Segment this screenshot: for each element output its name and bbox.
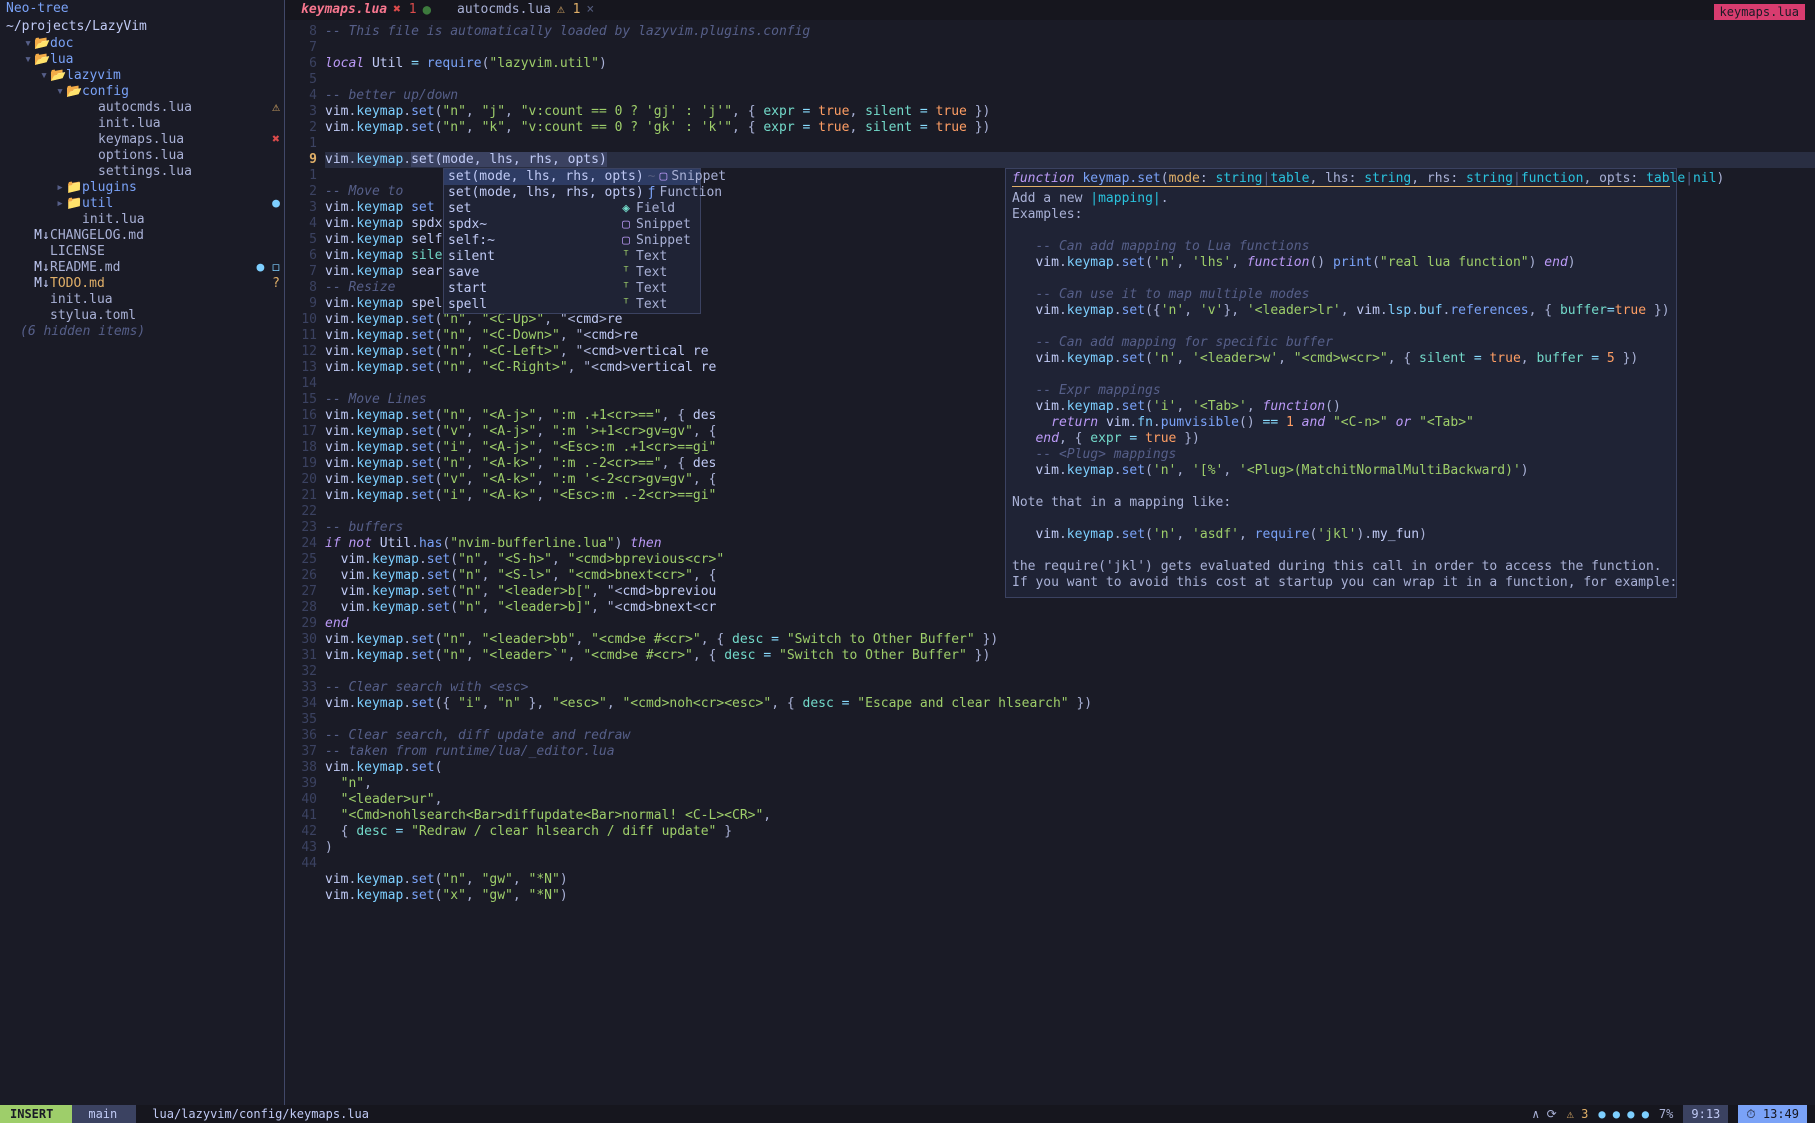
tree-item-options-lua[interactable]: options.lua (2, 148, 284, 164)
tab-bar: keymaps.lua✖ 1●autocmds.lua⚠ 1× (285, 0, 1815, 20)
tree-item-lazyvim[interactable]: ▾📂lazyvim (2, 68, 284, 84)
cursor-token: set(mode, lhs, rhs, opts) (411, 152, 607, 167)
tree-item-TODO-md[interactable]: M↓TODO.md? (2, 276, 284, 292)
tree-item-LICENSE[interactable]: LICENSE (2, 244, 284, 260)
clock: ⏱ 13:49 (1738, 1105, 1807, 1123)
status-line: INSERT main lua/lazyvim/config/keymaps.l… (0, 1105, 1815, 1123)
diagnostics-count[interactable]: ⚠ 3 (1567, 1106, 1589, 1122)
mode-indicator: INSERT (0, 1105, 72, 1123)
lsp-indicators: ● ● ● ● (1598, 1106, 1649, 1122)
completion-item[interactable]: saveᵀText (444, 265, 700, 281)
file-path: lua/lazyvim/config/keymaps.lua (136, 1105, 379, 1123)
tree-item-README-md[interactable]: M↓README.md● ◻ (2, 260, 284, 276)
sidebar-hidden-count: (6 hidden items) (0, 324, 284, 340)
completion-item[interactable]: silentᵀText (444, 249, 700, 265)
nav-icon: ∧ ⟳ (1532, 1106, 1557, 1122)
tree-item-autocmds-lua[interactable]: autocmds.lua⚠ (2, 100, 284, 116)
code-comment: -- This file is automatically loaded by … (325, 24, 810, 39)
scroll-percent: 7% (1659, 1106, 1673, 1122)
tree-item-config[interactable]: ▾📂config (2, 84, 284, 100)
tree-item-util[interactable]: ▸📁util● (2, 196, 284, 212)
tab-keymaps-lua[interactable]: keymaps.lua✖ 1● (285, 0, 441, 20)
tree-item-stylua-toml[interactable]: stylua.toml (2, 308, 284, 324)
sidebar-title: Neo-tree (0, 0, 284, 18)
tree-item-keymaps-lua[interactable]: keymaps.lua✖ (2, 132, 284, 148)
signature-doc-popup: function keymap.set(mode: string|table, … (1005, 168, 1677, 598)
tree-item-init-lua[interactable]: init.lua (2, 212, 284, 228)
completion-item[interactable]: set(mode, lhs, rhs, opts)ƒFunction (444, 185, 700, 201)
tree-item-lua[interactable]: ▾📂lua (2, 52, 284, 68)
completion-popup[interactable]: set(mode, lhs, rhs, opts)~▢Snippetset(mo… (443, 168, 701, 314)
completion-item[interactable]: spellᵀText (444, 297, 700, 313)
tab-autocmds-lua[interactable]: autocmds.lua⚠ 1× (441, 0, 604, 20)
sidebar-root-path[interactable]: ~/projects/LazyVim (0, 18, 284, 36)
editor-content[interactable]: -- This file is automatically loaded by … (325, 20, 1815, 1105)
line-number-gutter: 8765432191234567891011121314151617181920… (285, 20, 325, 1105)
tab-close-icon[interactable]: × (586, 2, 594, 18)
code-line: vim.keymap.set("n", "k", "v:count == 0 ?… (325, 120, 1815, 136)
tree-item-plugins[interactable]: ▸📁plugins (2, 180, 284, 196)
tree-item-CHANGELOG-md[interactable]: M↓CHANGELOG.md (2, 228, 284, 244)
completion-item[interactable]: set(mode, lhs, rhs, opts)~▢Snippet (444, 169, 700, 185)
completion-item[interactable]: startᵀText (444, 281, 700, 297)
git-branch[interactable]: main (72, 1105, 136, 1123)
breadcrumb-filename: keymaps.lua (1714, 4, 1805, 20)
code-line: vim.keymap.set("n", "j", "v:count == 0 ?… (325, 104, 1815, 120)
completion-item[interactable]: self:~▢Snippet (444, 233, 700, 249)
tree-item-init-lua[interactable]: init.lua (2, 116, 284, 132)
neo-tree-sidebar[interactable]: Neo-tree ~/projects/LazyVim ▾📂doc▾📂lua▾📂… (0, 0, 285, 1105)
cursor-position: 9:13 (1683, 1105, 1728, 1123)
tree-item-init-lua[interactable]: init.lua (2, 292, 284, 308)
completion-item[interactable]: set◈Field (444, 201, 700, 217)
tree-item-doc[interactable]: ▾📂doc (2, 36, 284, 52)
completion-item[interactable]: spdx~▢Snippet (444, 217, 700, 233)
tree-item-settings-lua[interactable]: settings.lua (2, 164, 284, 180)
